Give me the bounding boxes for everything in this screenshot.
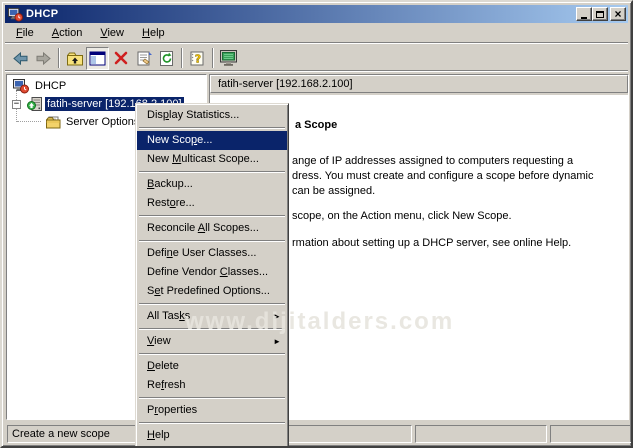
context-menu: Display Statistics... New Scope...New Mul… (135, 103, 289, 448)
menu-item-new-multicast-scope[interactable]: New Multicast Scope... (137, 150, 287, 169)
body-text-fragment: rmation about setting up a DHCP server, … (292, 237, 571, 249)
dhcp-root-icon (13, 78, 29, 94)
menu-separator (139, 127, 285, 129)
toolbar-separator (181, 48, 183, 68)
minimize-icon (581, 17, 587, 19)
toolbar-delete-button[interactable] (109, 47, 132, 70)
close-button[interactable]: × (610, 7, 626, 21)
menu-item-new-scope[interactable]: New Scope... (137, 131, 287, 150)
menu-item-define-user-classes[interactable]: Define User Classes... (137, 244, 287, 263)
tree-item-dhcp[interactable]: DHCP (7, 77, 206, 95)
toolbar-up-one-level-button[interactable] (63, 47, 86, 70)
body-text-fragment: dress. You must create and configure a s… (292, 170, 593, 182)
menu-separator (139, 422, 285, 424)
menu-separator (139, 171, 285, 173)
toolbar-help-button[interactable]: ? (186, 47, 209, 70)
menu-separator (139, 215, 285, 217)
delete-icon (113, 50, 129, 66)
toolbar-separator (212, 48, 214, 68)
window-controls: × (576, 7, 626, 21)
collapse-minus-icon[interactable]: − (12, 100, 21, 109)
body-text-fragment: can be assigned. (292, 185, 375, 197)
menu-bar: FileActionViewHelp (5, 24, 628, 44)
menu-item-restore[interactable]: Restore... (137, 194, 287, 213)
menu-item-set-predefined-options[interactable]: Set Predefined Options... (137, 282, 287, 301)
svg-text:?: ? (194, 52, 200, 65)
status-segment (550, 425, 632, 443)
menu-separator (139, 397, 285, 399)
toolbar-forward-button[interactable] (32, 47, 55, 70)
forward-icon (35, 50, 52, 67)
menu-item-delete[interactable]: Delete (137, 357, 287, 376)
maximize-button[interactable] (592, 7, 608, 21)
tree-item-label: Server Options (64, 115, 141, 129)
menu-item-reconcile-all-scopes[interactable]: Reconcile All Scopes... (137, 219, 287, 238)
show-hide-console-tree-icon (89, 51, 106, 66)
menu-item-define-vendor-classes[interactable]: Define Vendor Classes... (137, 263, 287, 282)
toolbar: ? (5, 45, 628, 72)
menu-separator (139, 303, 285, 305)
menu-view[interactable]: View (91, 25, 133, 42)
menu-help[interactable]: Help (133, 25, 174, 42)
scope-heading-fragment: a Scope (295, 119, 337, 131)
menu-item-help[interactable]: Help (137, 426, 287, 445)
server-icon (27, 96, 43, 112)
toolbar-properties-button[interactable] (132, 47, 155, 70)
help-icon: ? (189, 50, 207, 67)
menu-item-refresh[interactable]: Refresh (137, 376, 287, 395)
toolbar-back-button[interactable] (9, 47, 32, 70)
properties-icon (135, 50, 153, 67)
back-icon (12, 50, 29, 67)
menu-item-display-statistics[interactable]: Display Statistics... (137, 106, 287, 125)
submenu-arrow-icon: ► (273, 332, 281, 351)
dhcp-console-window: DHCP × FileActionViewHelp (0, 0, 633, 448)
window-title: DHCP (26, 8, 58, 20)
title-bar[interactable]: DHCP × (5, 5, 628, 23)
dhcp-app-icon (7, 6, 23, 22)
menu-action[interactable]: Action (43, 25, 92, 42)
menu-separator (139, 240, 285, 242)
body-text-fragment: ange of IP addresses assigned to compute… (292, 155, 573, 167)
menu-separator (139, 328, 285, 330)
result-pane-header: fatih-server [192.168.2.100] (210, 75, 628, 93)
toolbar-show-hide-console-tree-button[interactable] (86, 47, 109, 70)
menu-item-view[interactable]: View► (137, 332, 287, 351)
menu-item-all-tasks[interactable]: All Tasks► (137, 307, 287, 326)
folder-icon (45, 114, 62, 130)
toolbar-separator (58, 48, 60, 68)
toolbar-refresh-button[interactable] (155, 47, 178, 70)
menu-item-properties[interactable]: Properties (137, 401, 287, 420)
toolbar-console-window-button[interactable] (217, 47, 240, 70)
menu-item-backup[interactable]: Backup... (137, 175, 287, 194)
menu-separator (139, 353, 285, 355)
menu-file[interactable]: File (7, 25, 43, 42)
refresh-icon (158, 50, 175, 67)
status-bar: Create a new scope (5, 423, 628, 445)
submenu-arrow-icon: ► (273, 307, 281, 326)
minimize-button[interactable] (576, 7, 592, 21)
status-segment (415, 425, 547, 443)
body-text-fragment: scope, on the Action menu, click New Sco… (292, 210, 512, 222)
tree-item-label: DHCP (33, 79, 68, 93)
console-window-icon (219, 49, 238, 67)
maximize-icon (596, 11, 604, 18)
up-one-level-icon (66, 50, 84, 67)
